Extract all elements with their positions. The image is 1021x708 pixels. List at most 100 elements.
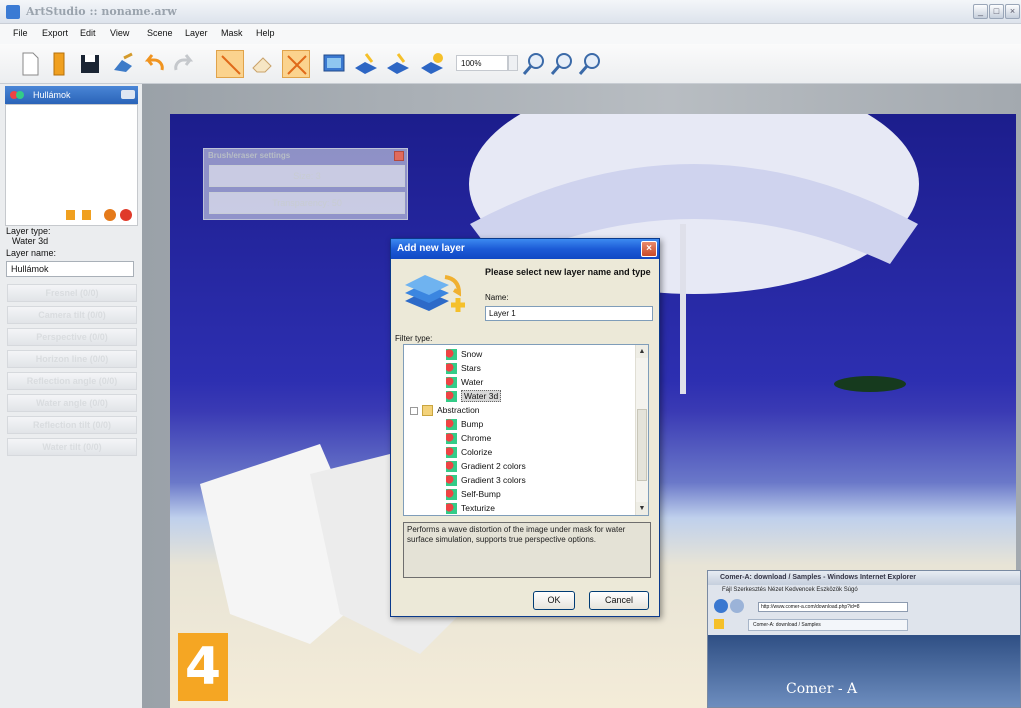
- eraser-icon[interactable]: [248, 50, 276, 78]
- filter-type-tree[interactable]: Snow Stars Water Water 3d Abstraction Bu…: [403, 344, 649, 516]
- scroll-down-icon[interactable]: ▼: [636, 502, 648, 515]
- menu-help[interactable]: Help: [256, 28, 275, 38]
- move-down-icon[interactable]: [82, 210, 91, 220]
- brush-size-slider[interactable]: Size: 3: [209, 165, 405, 187]
- brush-tool-icon[interactable]: [110, 50, 138, 78]
- tree-item-gradient-3[interactable]: Gradient 3 colors: [446, 473, 526, 487]
- browser-address-bar[interactable]: http://www.comer-a.com/download.php?id=8: [758, 602, 908, 612]
- collapse-icon[interactable]: [410, 406, 418, 415]
- window-title: ArtStudio :: noname.arw: [26, 5, 177, 18]
- tree-item-bump[interactable]: Bump: [446, 417, 483, 431]
- favorites-icon[interactable]: [714, 619, 724, 629]
- menu-file[interactable]: File: [13, 28, 28, 38]
- ok-button[interactable]: OK: [533, 591, 575, 610]
- filter-icon: [446, 419, 457, 431]
- layer-name-field[interactable]: Hullámok: [6, 261, 134, 277]
- scroll-thumb[interactable]: [637, 409, 647, 481]
- site-logo: Comer - A: [786, 681, 858, 697]
- menu-bar: File Export Edit View Scene Layer Mask H…: [0, 24, 1021, 44]
- cancel-button[interactable]: Cancel: [589, 591, 649, 610]
- browser-page: [708, 635, 1020, 707]
- add-layer-dialog: Add new layer × Please select new layer …: [390, 238, 660, 617]
- tree-item-gradient-2[interactable]: Gradient 2 colors: [446, 459, 526, 473]
- perspective-button[interactable]: Perspective (0/0): [7, 328, 137, 346]
- menu-view[interactable]: View: [110, 28, 129, 38]
- close-button[interactable]: ×: [1005, 4, 1020, 19]
- zoom-dropdown[interactable]: [508, 55, 518, 71]
- menu-edit[interactable]: Edit: [80, 28, 96, 38]
- layer-tools: [60, 207, 140, 223]
- layer-item-selected[interactable]: Hullámok: [5, 86, 138, 104]
- forward-icon[interactable]: [730, 599, 744, 613]
- folder-icon: [422, 405, 433, 417]
- tree-item-water-3d[interactable]: Water 3d: [446, 389, 502, 403]
- tree-item-abstraction[interactable]: Abstraction: [410, 403, 480, 417]
- add-layer-icon[interactable]: [104, 209, 116, 221]
- tree-scrollbar[interactable]: ▲ ▼: [635, 345, 648, 515]
- maximize-button[interactable]: □: [989, 4, 1004, 19]
- menu-scene[interactable]: Scene: [147, 28, 173, 38]
- scroll-up-icon[interactable]: ▲: [636, 345, 648, 358]
- reflection-angle-button[interactable]: Reflection angle (0/0): [7, 372, 137, 390]
- tree-item-snow[interactable]: Snow: [446, 347, 482, 361]
- dialog-close-icon[interactable]: ×: [641, 241, 657, 257]
- filter-icon: [446, 349, 457, 361]
- horizon-line-button[interactable]: Horizon line (0/0): [7, 350, 137, 368]
- layers-panel: Hullámok Layer type: Water 3d Layer name…: [0, 84, 142, 708]
- crop-tool-icon[interactable]: [282, 50, 310, 78]
- fresnel-button[interactable]: Fresnel (0/0): [7, 284, 137, 302]
- layer-add-icon[interactable]: [352, 50, 380, 78]
- zoom-in-icon[interactable]: [520, 50, 548, 78]
- tree-item-colorize[interactable]: Colorize: [446, 445, 492, 459]
- save-icon[interactable]: [76, 50, 104, 78]
- water-angle-button[interactable]: Water angle (0/0): [7, 394, 137, 412]
- tree-item-chrome[interactable]: Chrome: [446, 431, 491, 445]
- layers-stack-icon: [405, 275, 465, 312]
- reflection-tilt-button[interactable]: Reflection tilt (0/0): [7, 416, 137, 434]
- camera-tilt-button[interactable]: Camera tilt (0/0): [7, 306, 137, 324]
- move-up-icon[interactable]: [66, 210, 75, 220]
- minimize-button[interactable]: _: [973, 4, 988, 19]
- undo-icon[interactable]: [140, 50, 168, 78]
- new-file-icon[interactable]: [16, 50, 44, 78]
- layer-copy-icon[interactable]: [384, 50, 412, 78]
- tree-item-texturize[interactable]: Texturize: [446, 501, 495, 515]
- zoom-input[interactable]: 100%: [456, 55, 508, 71]
- brush-transparency-slider[interactable]: Transparency: 50: [209, 192, 405, 214]
- filter-icon: [446, 489, 457, 501]
- menu-layer[interactable]: Layer: [185, 28, 208, 38]
- open-file-icon[interactable]: [46, 50, 74, 78]
- delete-layer-icon[interactable]: [120, 209, 132, 221]
- layer-name-label: Layer name:: [6, 248, 57, 258]
- water-tilt-button[interactable]: Water tilt (0/0): [7, 438, 137, 456]
- tree-item-self-bump[interactable]: Self-Bump: [446, 487, 501, 501]
- filter-icon: [446, 475, 457, 487]
- browser-tab[interactable]: Comer-A: download / Samples: [748, 619, 908, 631]
- tree-item-stars[interactable]: Stars: [446, 361, 481, 375]
- layer-merge-icon[interactable]: [418, 50, 446, 78]
- line-tool-icon[interactable]: [216, 50, 244, 78]
- redo-icon[interactable]: [170, 50, 198, 78]
- filter-icon: [446, 503, 457, 515]
- layer-item-label: Hullámok: [33, 90, 71, 100]
- dialog-title: Add new layer: [397, 243, 465, 254]
- toolbar: 100%: [0, 44, 1021, 84]
- back-icon[interactable]: [714, 599, 728, 613]
- render-icon[interactable]: [320, 50, 348, 78]
- filter-icon: [446, 447, 457, 459]
- tree-item-water[interactable]: Water: [446, 375, 483, 389]
- visibility-eye-icon[interactable]: [121, 90, 135, 99]
- menu-export[interactable]: Export: [42, 28, 68, 38]
- menu-mask[interactable]: Mask: [221, 28, 243, 38]
- browser-menu[interactable]: Fájl Szerkesztés Nézet Kedvencek Eszközö…: [722, 587, 858, 593]
- zoom-fit-icon[interactable]: [576, 50, 604, 78]
- dialog-name-field[interactable]: Layer 1: [485, 306, 653, 321]
- browser-title: Comer-A: download / Samples - Windows In…: [708, 571, 1020, 585]
- filter-description: Performs a wave distortion of the image …: [403, 522, 651, 578]
- zoom-out-icon[interactable]: [548, 50, 576, 78]
- filter-icon: [446, 391, 457, 403]
- brush-settings-panel: Brush/eraser settings Size: 3 Transparen…: [203, 148, 408, 220]
- brush-close-icon[interactable]: [394, 151, 404, 161]
- filter-icon: [446, 363, 457, 375]
- layer-type-label: Layer type:: [6, 226, 51, 236]
